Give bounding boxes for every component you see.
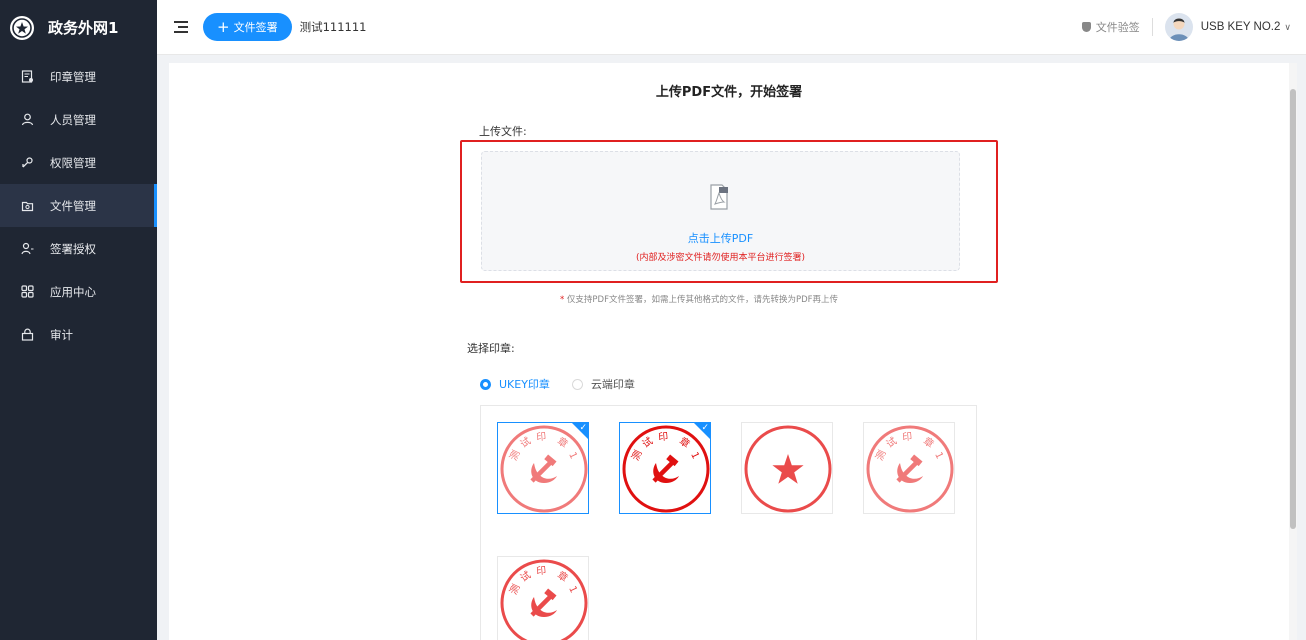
scroll-thumb[interactable] — [1290, 89, 1296, 529]
main-content: 上传PDF文件，开始签署 上传文件: 点击上传PDF (内部及涉密文件请勿使用本… — [169, 63, 1297, 640]
sidebar-item-seal-management[interactable]: 印章管理 — [0, 55, 157, 98]
svg-text:试: 试 — [517, 434, 533, 450]
file-sign-button[interactable]: + 文件签署 — [203, 13, 292, 41]
pdf-file-icon — [710, 184, 728, 210]
authorize-icon — [20, 242, 34, 256]
select-seal-label: 选择印章: — [467, 342, 515, 355]
sidebar-item-label: 权限管理 — [50, 155, 96, 170]
seal-option-3[interactable] — [741, 422, 833, 514]
grid-icon — [20, 285, 34, 299]
svg-text:测: 测 — [629, 448, 645, 463]
radio-indicator — [571, 378, 583, 390]
page-title: 上传PDF文件，开始签署 — [655, 85, 803, 100]
sidebar: 政务外网1 印章管理 人员管理 权限管理 文件管理 签署授权 应用中心 审计 — [0, 0, 157, 640]
upload-pdf-link[interactable]: 点击上传PDF — [482, 230, 959, 246]
chevron-down-icon: ∨ — [1284, 21, 1291, 32]
logo-bar: 政务外网1 — [0, 0, 157, 55]
required-star: * — [559, 295, 565, 305]
radio-label: 云端印章 — [590, 378, 635, 391]
seal-image-icon: 测试印章1 — [866, 425, 954, 513]
sidebar-item-label: 人员管理 — [50, 112, 96, 127]
svg-text:印: 印 — [536, 431, 547, 444]
file-verify-label: 文件验签 — [1095, 21, 1140, 34]
lock-icon — [20, 328, 34, 342]
svg-text:印: 印 — [536, 565, 547, 578]
svg-text:印: 印 — [658, 431, 669, 444]
menu-toggle-icon[interactable] — [174, 21, 188, 33]
seal-option-1[interactable]: 测试印章 1 ✓ — [497, 422, 589, 514]
file-sign-button-label: 文件签署 — [233, 21, 278, 34]
seal-option-5[interactable]: 测试印章1 — [497, 556, 589, 640]
radio-indicator — [480, 378, 491, 390]
check-icon: ✓ — [701, 422, 709, 432]
sidebar-item-personnel[interactable]: 人员管理 — [0, 98, 157, 141]
upload-warning: (内部及涉密文件请勿使用本平台进行签署) — [635, 253, 806, 263]
svg-text:试: 试 — [639, 434, 655, 450]
svg-text:1: 1 — [688, 450, 701, 460]
header-right: 文件验签 USB KEY NO.2 ∨ — [1081, 13, 1306, 41]
sidebar-item-audit[interactable]: 审计 — [0, 313, 157, 356]
current-document-title: 测试111111 — [299, 20, 367, 34]
seal-option-4[interactable]: 测试印章1 — [863, 422, 955, 514]
sidebar-item-app-center[interactable]: 应用中心 — [0, 270, 157, 313]
svg-text:章: 章 — [555, 434, 571, 450]
sidebar-item-file-management[interactable]: 文件管理 — [0, 184, 157, 227]
seal-source-radio-group: UKEY印章 云端印章 — [480, 376, 657, 392]
radio-ukey-seal[interactable]: UKEY印章 — [480, 376, 550, 392]
svg-text:章: 章 — [921, 434, 937, 450]
seal-option-2[interactable]: 测试印章 1 ✓ — [619, 422, 711, 514]
emblem-icon — [10, 15, 34, 40]
avatar[interactable] — [1164, 13, 1193, 41]
svg-text:测: 测 — [507, 582, 523, 597]
key-icon — [20, 156, 34, 170]
sidebar-item-permissions[interactable]: 权限管理 — [0, 141, 157, 184]
svg-text:试: 试 — [517, 568, 533, 584]
user-icon — [20, 113, 34, 127]
header-divider — [1151, 18, 1153, 36]
seal-image-icon: 测试印章1 — [500, 559, 588, 640]
shield-icon — [1081, 22, 1091, 32]
file-verify-link[interactable]: 文件验签 — [1081, 19, 1140, 35]
svg-text:1: 1 — [932, 450, 945, 460]
sidebar-item-label: 签署授权 — [50, 241, 96, 256]
radio-cloud-seal[interactable]: 云端印章 — [571, 376, 635, 392]
check-icon: ✓ — [579, 422, 587, 432]
sidebar-item-sign-authorization[interactable]: 签署授权 — [0, 227, 157, 270]
plus-icon: + — [217, 17, 230, 36]
svg-text:1: 1 — [566, 450, 579, 460]
seal-doc-icon — [20, 70, 34, 84]
pdf-only-note: * 仅支持PDF文件签署，如需上传其他格式的文件，请先转换为PDF再上传 — [169, 293, 1229, 305]
seal-image-icon — [744, 425, 832, 513]
svg-text:印: 印 — [902, 431, 913, 444]
top-header: + 文件签署 测试111111 文件验签 USB KEY NO.2 ∨ — [157, 0, 1306, 55]
svg-text:章: 章 — [555, 568, 571, 584]
svg-text:章: 章 — [677, 434, 693, 450]
user-menu[interactable]: USB KEY NO.2 ∨ — [1201, 21, 1291, 33]
user-name: USB KEY NO.2 — [1200, 21, 1281, 33]
sidebar-item-label: 审计 — [50, 327, 73, 342]
upload-file-label: 上传文件: — [479, 125, 527, 138]
sidebar-item-label: 印章管理 — [50, 69, 96, 84]
folder-icon — [20, 199, 34, 213]
seal-list: 测试印章 1 ✓ 测试印章 1 ✓ 测试印章 1 测试印章 1 — [480, 405, 977, 640]
vertical-scrollbar[interactable] — [1289, 63, 1297, 640]
sidebar-item-label: 应用中心 — [50, 284, 96, 299]
radio-label: UKEY印章 — [499, 378, 550, 391]
svg-text:测: 测 — [873, 448, 889, 463]
pdf-upload-dropzone[interactable]: 点击上传PDF (内部及涉密文件请勿使用本平台进行签署) — [481, 151, 960, 271]
svg-text:1: 1 — [566, 584, 579, 594]
sidebar-menu: 印章管理 人员管理 权限管理 文件管理 签署授权 应用中心 审计 — [0, 55, 157, 356]
app-title: 政务外网1 — [48, 19, 119, 37]
svg-text:测: 测 — [507, 448, 523, 463]
sidebar-item-label: 文件管理 — [50, 198, 96, 213]
svg-text:试: 试 — [883, 434, 899, 450]
pdf-only-note-text: 仅支持PDF文件签署，如需上传其他格式的文件，请先转换为PDF再上传 — [566, 295, 839, 305]
